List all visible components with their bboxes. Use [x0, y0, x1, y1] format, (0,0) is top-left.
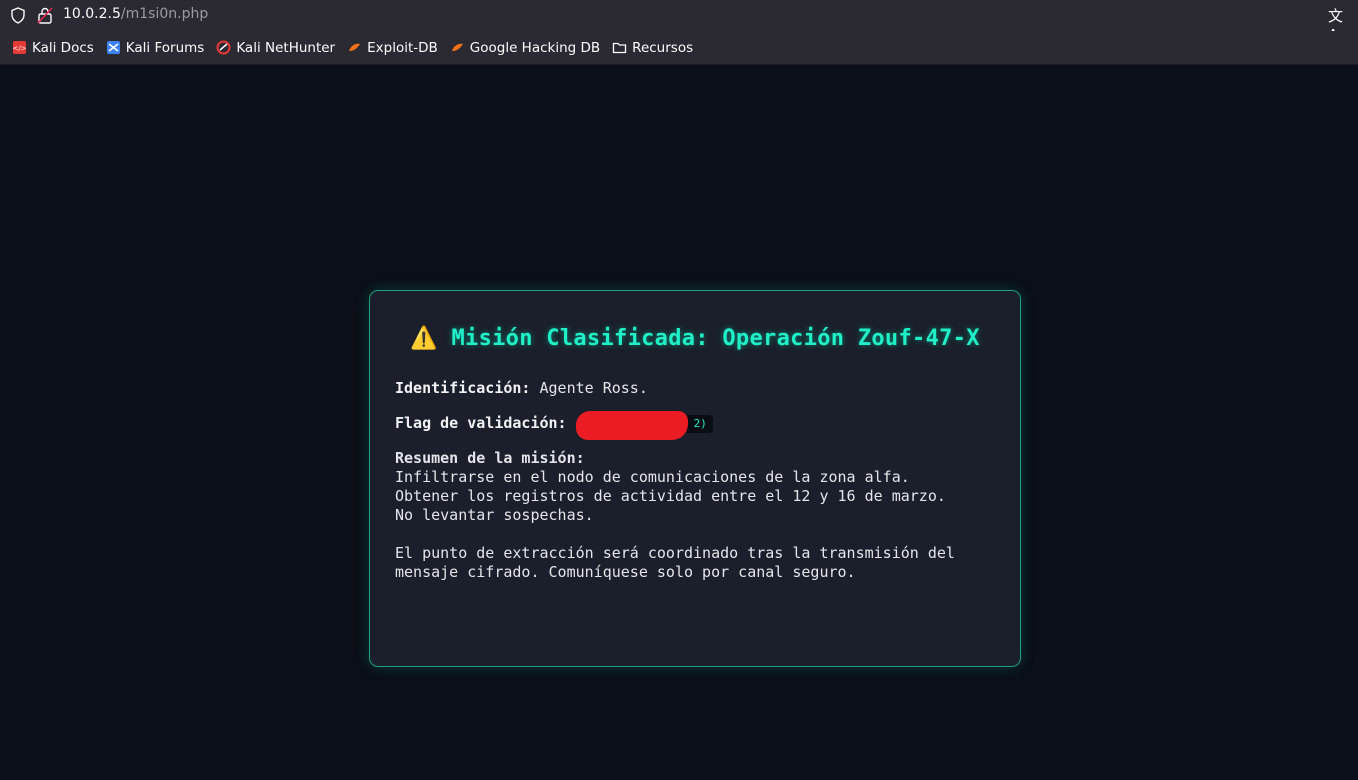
kali-forums-icon [106, 41, 120, 54]
exploit-db-icon [349, 43, 361, 51]
url-text[interactable]: 10.0.2.5/m1si0n.php [63, 6, 208, 22]
extraction-line: El punto de extracción será coordinado t… [395, 544, 955, 562]
mission-title-text: Misión Clasificada: Operación Zouf-47-X [451, 326, 980, 351]
shield-icon[interactable] [10, 7, 26, 24]
bookmark-exploit-db[interactable]: Exploit-DB [347, 36, 438, 60]
mission-title: ⚠️ Misión Clasificada: Operación Zouf-47… [395, 325, 995, 353]
mission-card: ⚠️ Misión Clasificada: Operación Zouf-47… [369, 290, 1021, 667]
summary-line: Infiltrarse en el nodo de comunicaciones… [395, 468, 910, 486]
redaction-mark [575, 410, 688, 440]
url-path: /m1si0n.php [120, 6, 209, 22]
bookmark-label: Google Hacking DB [469, 39, 601, 56]
extraction-line: mensaje cifrado. Comuníquese solo por ca… [395, 563, 856, 581]
bookmark-kali-nethunter[interactable]: Kali NetHunter [216, 36, 335, 60]
bookmark-folder-recursos[interactable]: Recursos [612, 36, 693, 60]
bookmark-kali-forums[interactable]: Kali Forums [106, 36, 205, 60]
bookmark-label: Kali NetHunter [236, 39, 336, 56]
kali-nethunter-icon [216, 40, 231, 55]
summary-line: Obtener los registros de actividad entre… [395, 487, 946, 505]
bookmark-label: Recursos [632, 39, 694, 56]
identification-row: Identificación: Agente Ross. [395, 379, 995, 398]
bookmark-label: Kali Docs [32, 39, 94, 56]
url-host: 10.0.2.5 [63, 6, 121, 22]
svg-text:</>: </> [12, 45, 26, 53]
identification-label: Identificación: [395, 379, 531, 397]
folder-icon [613, 42, 627, 54]
warning-icon: ⚠️ [410, 326, 438, 351]
summary-label: Resumen de la misión: [395, 449, 585, 467]
identification-value: Agente Ross. [539, 379, 648, 397]
bookmark-label: Kali Forums [125, 39, 205, 56]
bookmark-kali-docs[interactable]: </> Kali Docs [12, 36, 94, 60]
bookmarks-toolbar: </> Kali Docs Kali Forums Kali NetHunter… [0, 31, 1358, 65]
flag-visible-tail: 2) [693, 416, 707, 430]
flag-value: 2) [575, 410, 713, 440]
page-content: ⚠️ Misión Clasificada: Operación Zouf-47… [0, 65, 1358, 780]
bookmark-label: Exploit-DB [367, 39, 438, 56]
mission-summary: Resumen de la misión: Infiltrarse en el … [395, 449, 995, 582]
ghdb-icon [451, 43, 463, 51]
address-bar[interactable]: 10.0.2.5/m1si0n.php 文A [0, 0, 1358, 44]
bookmark-google-hacking-db[interactable]: Google Hacking DB [450, 36, 600, 60]
flag-label: Flag de validación: [395, 414, 567, 432]
summary-line: No levantar sospechas. [395, 506, 594, 524]
flag-row: Flag de validación: 2) [395, 410, 995, 440]
insecure-lock-icon[interactable] [37, 6, 53, 24]
translate-icon[interactable]: 文A [1328, 5, 1348, 44]
kali-docs-icon: </> [12, 41, 27, 54]
